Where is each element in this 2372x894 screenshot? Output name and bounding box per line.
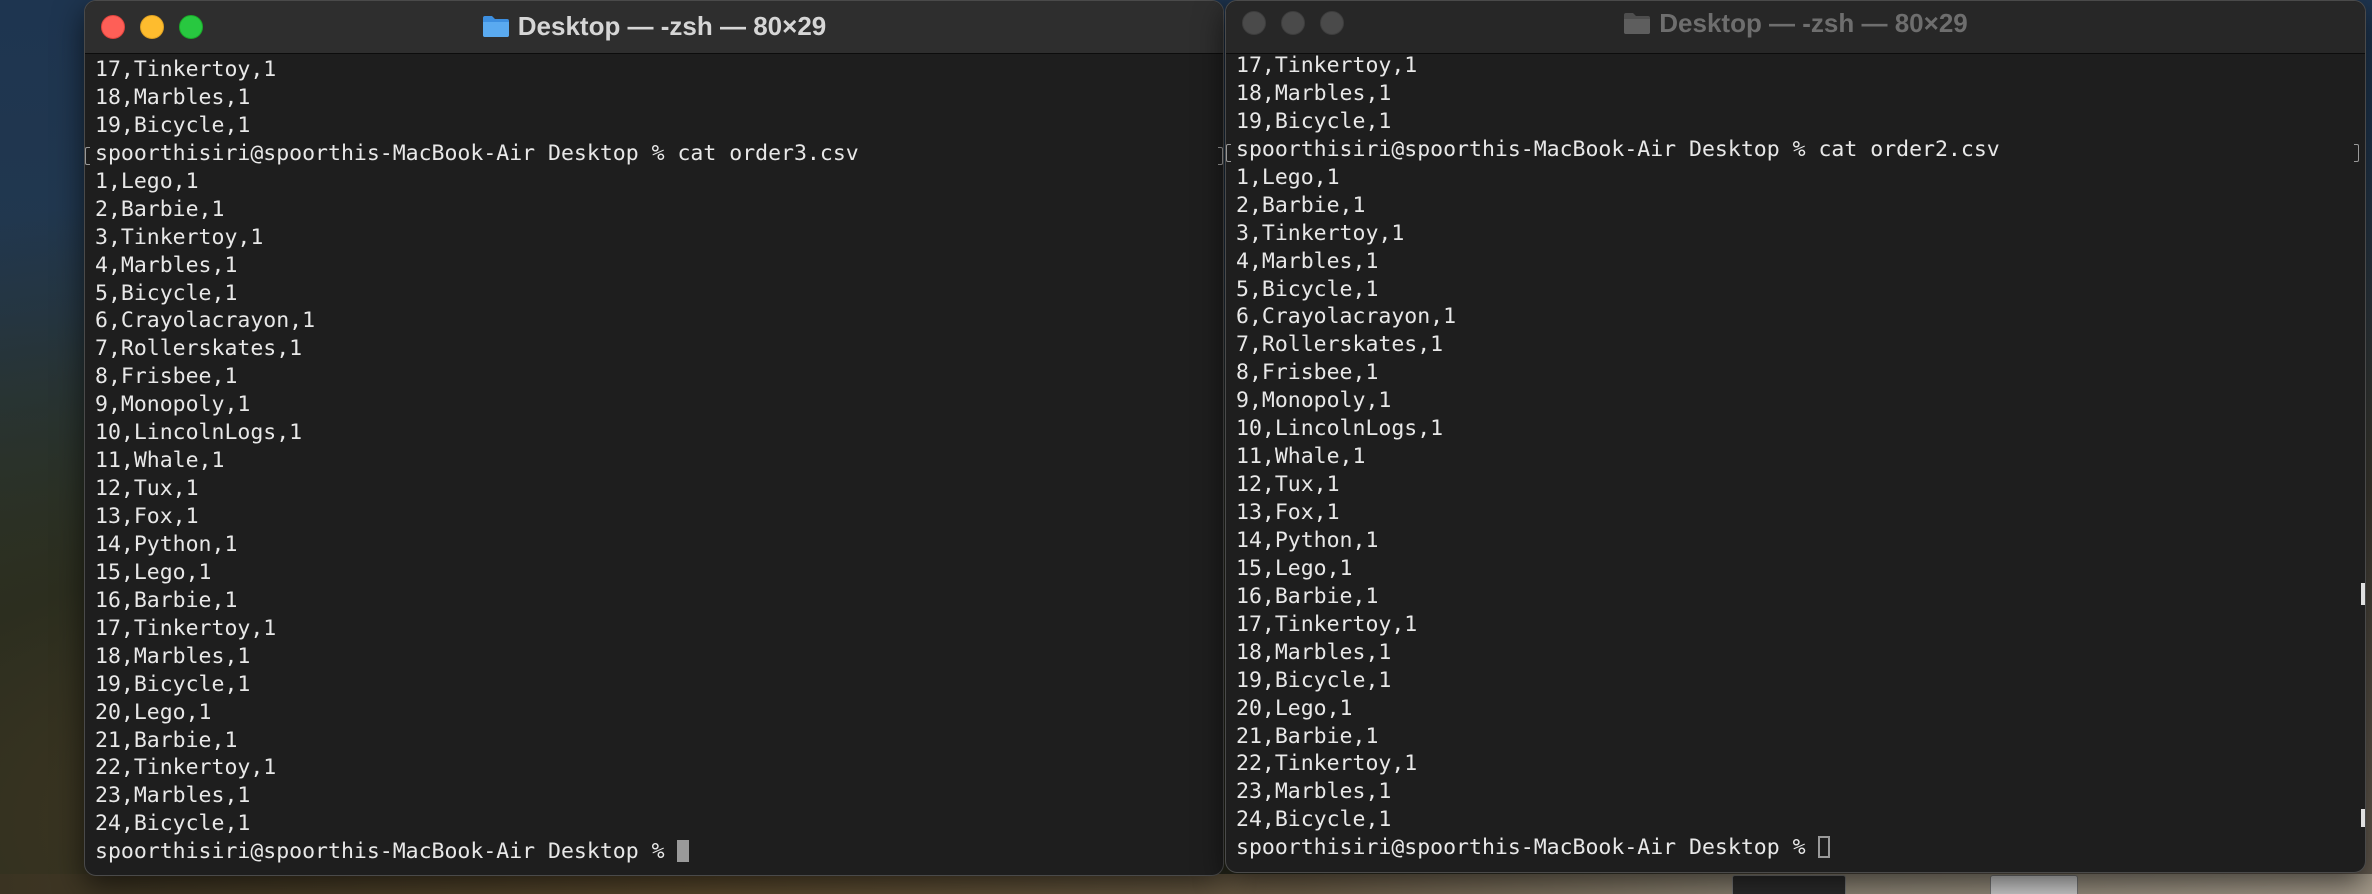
terminal-line: 19,Bicycle,1 xyxy=(1236,667,1392,693)
terminal-line: 3,Tinkertoy,1 xyxy=(95,224,264,250)
terminal-line: 13,Fox,1 xyxy=(95,504,199,529)
desktop-window-thumbnail[interactable] xyxy=(1990,875,2078,894)
terminal-line: 17,Tinkertoy,1 xyxy=(95,615,277,641)
window-title: Desktop — -zsh — 80×29 xyxy=(85,1,1223,51)
prompt-mark xyxy=(2354,144,2359,162)
terminal-line: 1,Lego,1 xyxy=(1236,164,1340,190)
terminal-output[interactable]: 17,Tinkertoy,1 18,Marbles,1 19,Bicycle,1 sp… xyxy=(95,56,1213,865)
terminal-line: 3,Tinkertoy,1 xyxy=(1236,220,1405,246)
terminal-line: 20,Lego,1 xyxy=(95,699,212,725)
terminal-line: 18,Marbles,1 xyxy=(95,643,251,669)
window-title-text: Desktop — -zsh — 80×29 xyxy=(517,10,827,41)
terminal-line: 7,Rollerskates,1 xyxy=(1236,332,1444,358)
terminal-line: 8,Frisbee,1 xyxy=(1236,360,1379,386)
terminal-line: 17,Tinkertoy,1 xyxy=(1236,611,1418,637)
terminal-line: spoorthisiri@spoorthis-MacBook-Air Deskt… xyxy=(95,140,859,166)
window-title-text: Desktop — -zsh — 80×29 xyxy=(1659,7,1968,38)
prompt-mark xyxy=(1226,144,1231,162)
terminal-line: 4,Marbles,1 xyxy=(95,252,238,278)
prompt-mark xyxy=(1218,147,1223,165)
terminal-line: 1,Lego,1 xyxy=(95,168,199,194)
title-bar[interactable]: Desktop — -zsh — 80×29 xyxy=(85,1,1223,54)
terminal-line: 4,Marbles,1 xyxy=(1236,248,1379,274)
terminal-line: 5,Bicycle,1 xyxy=(95,280,238,306)
terminal-line: 21,Barbie,1 xyxy=(95,727,238,753)
terminal-prompt-line[interactable]: spoorthisiri@spoorthis-MacBook-Air Deskt… xyxy=(1236,834,2355,862)
desktop-background xyxy=(0,874,2372,894)
terminal-line: 6,Crayolacrayon,1 xyxy=(95,308,316,334)
desktop-window-thumbnail[interactable] xyxy=(1732,875,1846,894)
terminal-line: 9,Monopoly,1 xyxy=(95,392,251,418)
terminal-line: 13,Fox,1 xyxy=(1236,500,1340,525)
terminal-line: 20,Lego,1 xyxy=(1236,695,1353,721)
terminal-window-right[interactable]: Desktop — -zsh — 80×29 17,Tinkertoy,1 18,… xyxy=(1225,0,2366,873)
terminal-line: 12,Tux,1 xyxy=(95,476,199,502)
window-resize-handle[interactable] xyxy=(2361,809,2365,827)
title-bar[interactable]: Desktop — -zsh — 80×29 xyxy=(1226,1,2365,54)
terminal-line: 14,Python,1 xyxy=(1236,527,1379,553)
terminal-line: 18,Marbles,1 xyxy=(1236,80,1392,106)
terminal-line: 12,Tux,1 xyxy=(1236,472,1340,498)
terminal-prompt-line[interactable]: spoorthisiri@spoorthis-MacBook-Air Deskt… xyxy=(95,838,1213,865)
terminal-line: 15,Lego,1 xyxy=(1236,555,1353,581)
text-cursor xyxy=(677,840,690,863)
terminal-line: 10,LincolnLogs,1 xyxy=(1236,416,1444,442)
terminal-line: 8,Frisbee,1 xyxy=(95,364,238,390)
terminal-line: 16,Barbie,1 xyxy=(95,587,238,613)
terminal-line: spoorthisiri@spoorthis-MacBook-Air Deskt… xyxy=(1236,136,2000,162)
terminal-line: 10,LincolnLogs,1 xyxy=(95,420,303,446)
text-cursor xyxy=(1818,836,1831,859)
terminal-line: 24,Bicycle,1 xyxy=(95,811,251,837)
terminal-output[interactable]: 17,Tinkertoy,1 18,Marbles,1 19,Bicycle,1 sp… xyxy=(1236,52,2355,862)
folder-icon xyxy=(482,16,509,37)
terminal-line: 23,Marbles,1 xyxy=(1236,779,1392,805)
terminal-line: 9,Monopoly,1 xyxy=(1236,388,1392,414)
terminal-line: 6,Crayolacrayon,1 xyxy=(1236,304,1457,330)
terminal-line: 24,Bicycle,1 xyxy=(1236,807,1392,833)
terminal-line: 11,Whale,1 xyxy=(95,448,225,474)
terminal-line: 18,Marbles,1 xyxy=(1236,639,1392,665)
terminal-line: 5,Bicycle,1 xyxy=(1236,276,1379,302)
terminal-line: 7,Rollerskates,1 xyxy=(95,336,303,362)
prompt-text: spoorthisiri@spoorthis-MacBook-Air Deskt… xyxy=(1236,835,1819,861)
terminal-line: 15,Lego,1 xyxy=(95,559,212,585)
prompt-text: spoorthisiri@spoorthis-MacBook-Air Deskt… xyxy=(95,839,678,865)
terminal-line: 17,Tinkertoy,1 xyxy=(1236,53,1418,78)
terminal-line: 14,Python,1 xyxy=(95,531,238,557)
terminal-line: 11,Whale,1 xyxy=(1236,444,1366,470)
terminal-line: 22,Tinkertoy,1 xyxy=(95,755,277,781)
terminal-line: 19,Bicycle,1 xyxy=(95,671,251,697)
terminal-line: 19,Bicycle,1 xyxy=(95,112,251,138)
terminal-line: 2,Barbie,1 xyxy=(95,196,225,222)
terminal-line: 19,Bicycle,1 xyxy=(1236,108,1392,134)
terminal-line: 18,Marbles,1 xyxy=(95,84,251,110)
terminal-line: 16,Barbie,1 xyxy=(1236,583,1379,609)
terminal-line: 22,Tinkertoy,1 xyxy=(1236,751,1418,777)
terminal-line: 21,Barbie,1 xyxy=(1236,723,1379,749)
window-title: Desktop — -zsh — 80×29 xyxy=(1226,1,2365,45)
prompt-mark xyxy=(85,147,90,165)
folder-icon xyxy=(1624,13,1651,34)
terminal-window-left[interactable]: Desktop — -zsh — 80×29 17,Tinkertoy,1 18,… xyxy=(84,0,1224,876)
terminal-line: 17,Tinkertoy,1 xyxy=(95,57,277,82)
terminal-line: 23,Marbles,1 xyxy=(95,783,251,809)
window-resize-handle[interactable] xyxy=(2361,583,2365,605)
terminal-line: 2,Barbie,1 xyxy=(1236,192,1366,218)
